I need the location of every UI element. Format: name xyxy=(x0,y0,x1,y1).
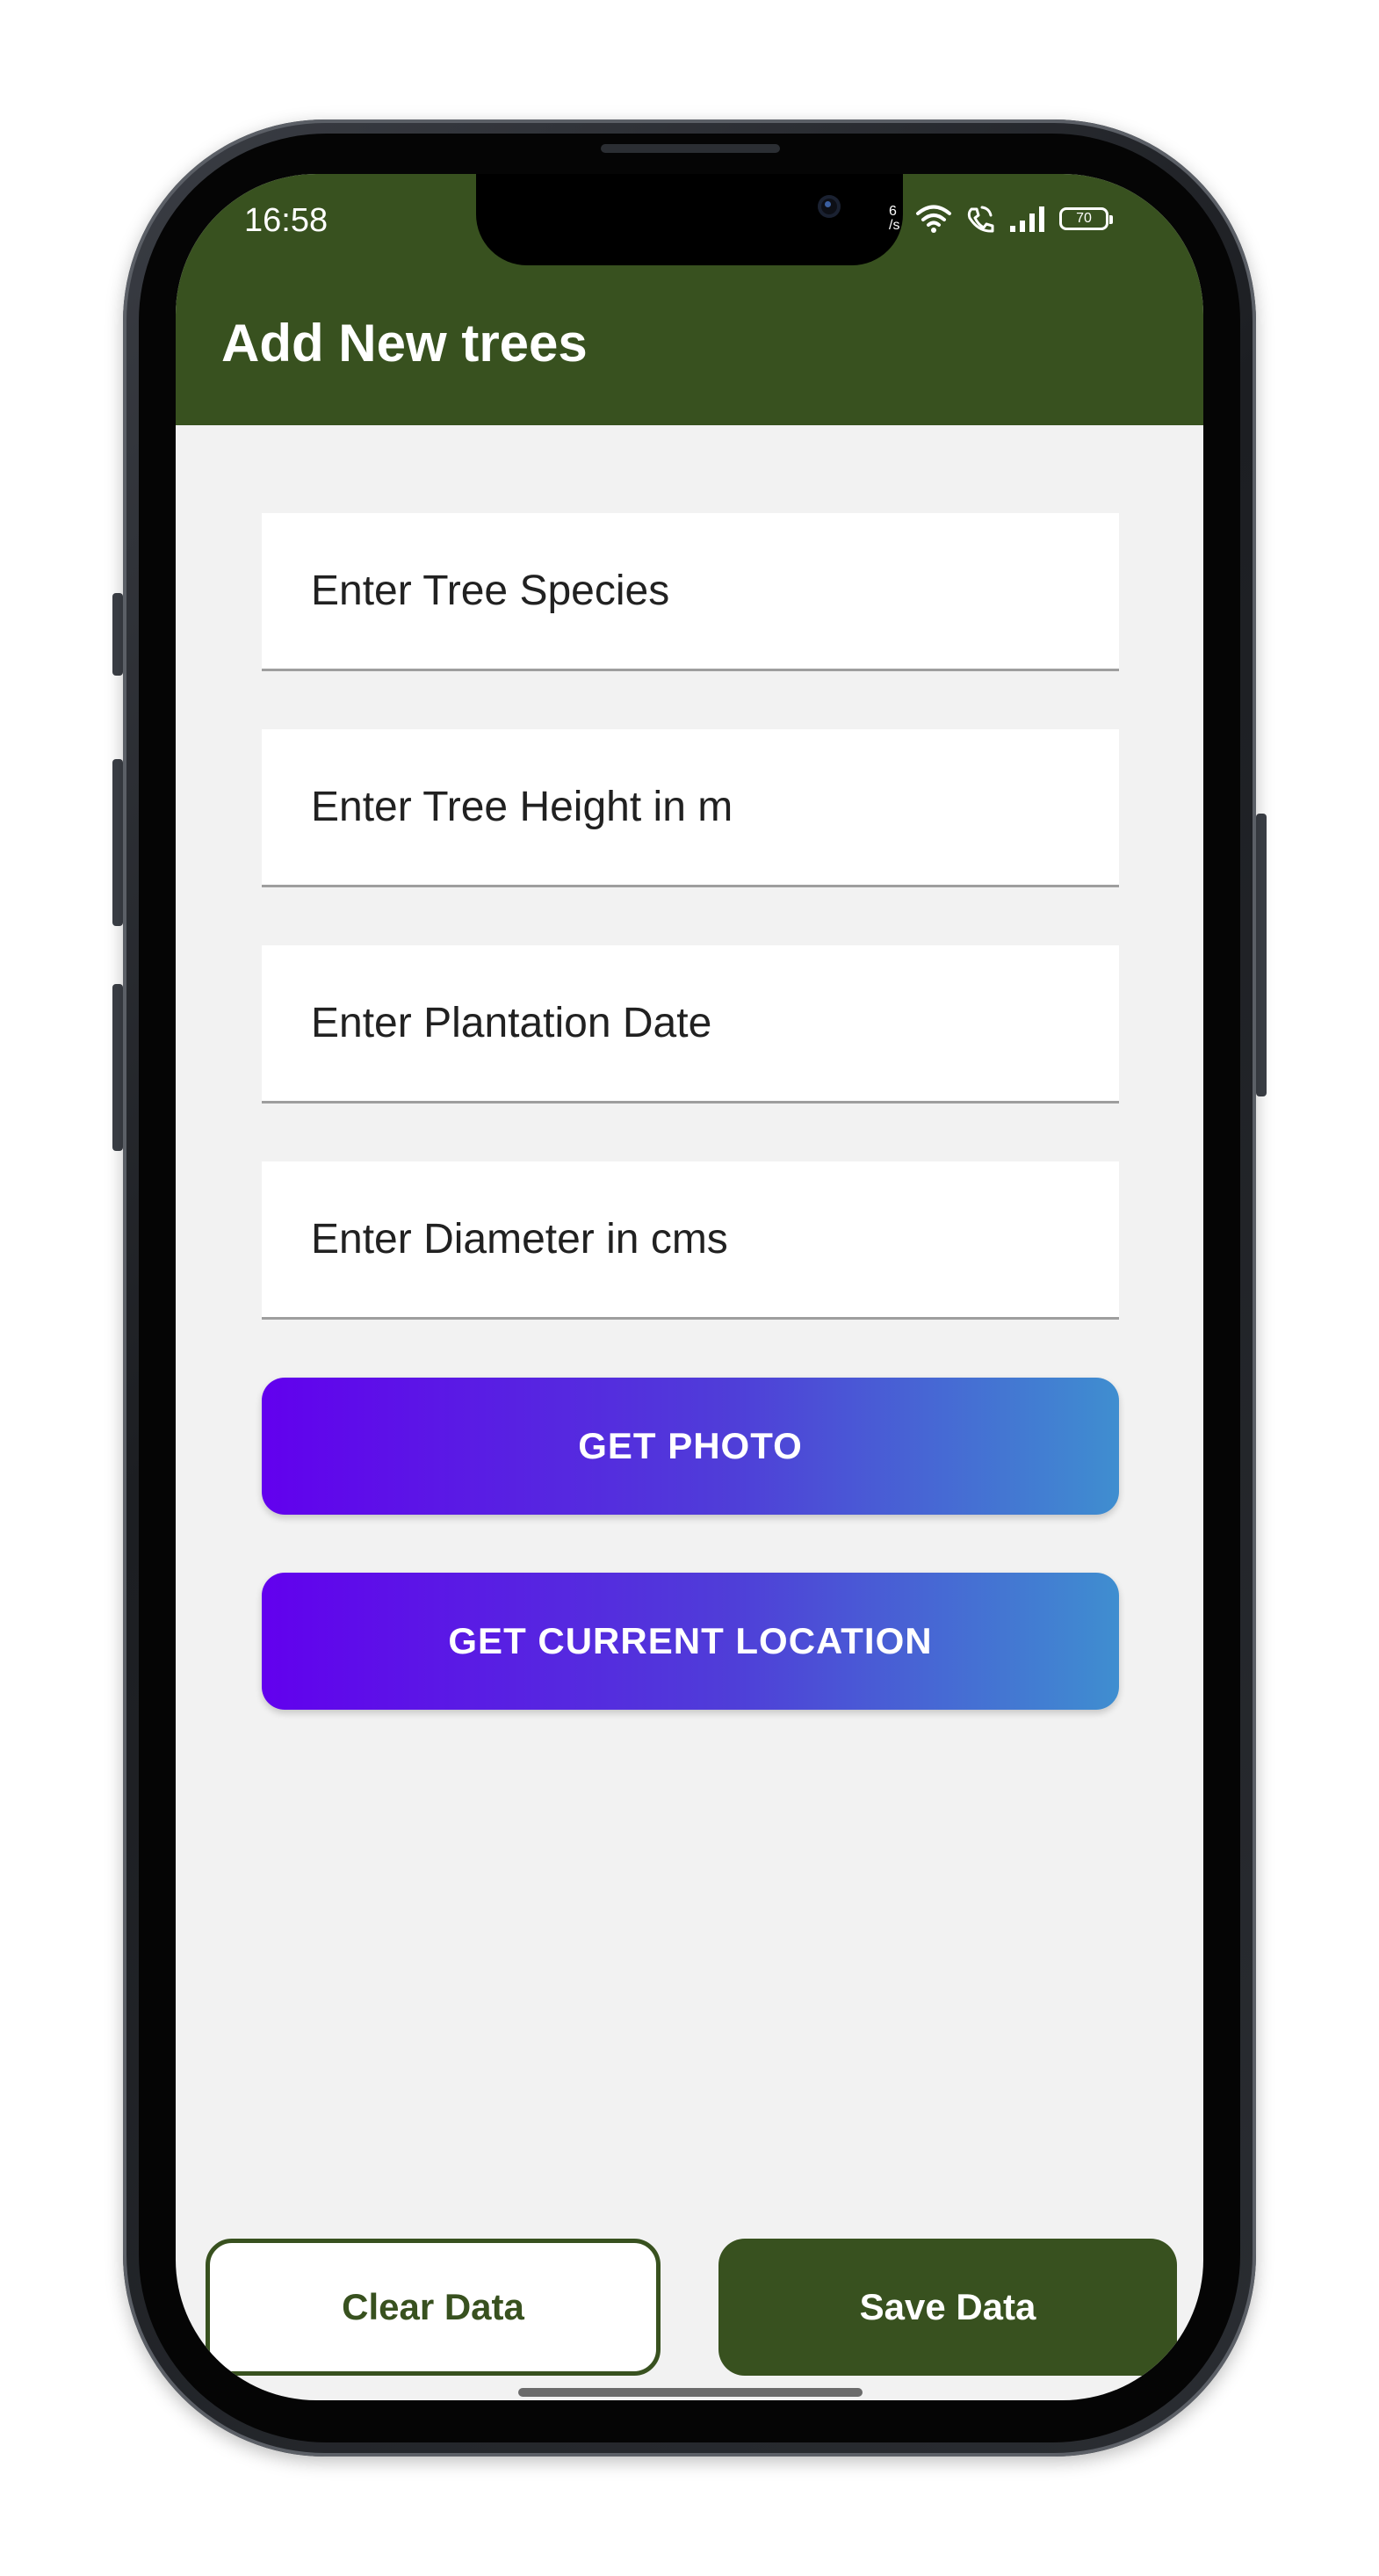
get-current-location-button[interactable]: GET CURRENT LOCATION xyxy=(262,1573,1119,1710)
signal-bars-icon xyxy=(1008,205,1047,233)
plantation-date-field[interactable] xyxy=(262,944,1119,1103)
wifi-icon xyxy=(915,204,952,234)
save-data-button[interactable]: Save Data xyxy=(718,2239,1177,2376)
network-speed: 6 /s xyxy=(889,204,900,233)
volte-call-icon xyxy=(964,204,996,234)
volume-down-button xyxy=(112,984,123,1151)
power-button xyxy=(1256,814,1267,1096)
app-header: 16:58 6 /s 70 Add New trees xyxy=(176,174,1203,425)
camera-notch xyxy=(476,174,903,265)
home-indicator[interactable] xyxy=(518,2388,863,2397)
app-screen: 16:58 6 /s 70 Add New trees Enter Tree S… xyxy=(176,174,1203,2400)
get-photo-button[interactable]: GET PHOTO xyxy=(262,1378,1119,1515)
status-icons: 6 /s 70 xyxy=(889,199,1113,239)
speaker-grill xyxy=(601,144,780,153)
diameter-field[interactable] xyxy=(262,1161,1119,1320)
tree-species-input[interactable] xyxy=(309,512,1119,669)
clear-data-button[interactable]: Clear Data xyxy=(206,2239,661,2376)
page-title: Add New trees xyxy=(221,314,588,373)
front-camera-icon xyxy=(818,195,841,218)
tree-height-field[interactable] xyxy=(262,728,1119,887)
tree-species-field[interactable] xyxy=(262,512,1119,671)
page: 16:58 6 /s 70 Add New trees Enter Tree S… xyxy=(0,0,1379,2576)
battery-icon: 70 xyxy=(1059,207,1113,230)
status-time: 16:58 xyxy=(244,202,329,239)
plantation-date-input[interactable] xyxy=(309,944,1119,1102)
diameter-input[interactable] xyxy=(309,1161,1119,1318)
tree-height-input[interactable] xyxy=(309,728,1119,886)
silent-switch xyxy=(112,593,123,676)
volume-up-button xyxy=(112,759,123,926)
